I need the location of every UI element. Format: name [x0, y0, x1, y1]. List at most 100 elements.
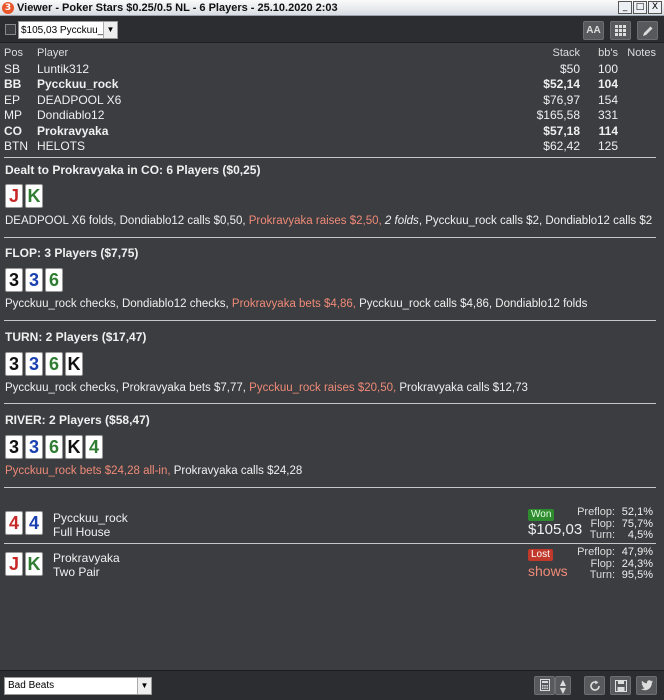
chevron-down-icon: ▼ [103, 22, 117, 38]
title-bar: 3 Viewer - Poker Stars $0.25/0.5 NL - 6 … [0, 0, 664, 16]
player-bbs: 331 [597, 108, 618, 122]
grid-button[interactable] [610, 21, 631, 40]
player-stack: $52,14 [543, 77, 580, 91]
player-pos: BB [4, 77, 22, 91]
playing-card: J [5, 552, 23, 576]
playing-card: 6 [45, 352, 63, 376]
playing-card: 3 [25, 268, 43, 292]
refresh-button[interactable] [584, 676, 605, 695]
calculator-button[interactable] [534, 676, 555, 695]
playing-card: 4 [5, 511, 23, 535]
river-title: RIVER: 2 Players ($58,47) [5, 413, 150, 427]
edit-button[interactable] [637, 21, 658, 40]
header-pos[interactable]: Pos [4, 46, 23, 62]
grid-icon [615, 25, 626, 36]
close-button[interactable]: X [648, 1, 662, 14]
table-row[interactable]: BB Pycckuu_rock $52,14 104 [4, 77, 660, 93]
equity-value: 95,5% [621, 569, 653, 581]
select-checkbox[interactable] [5, 24, 16, 35]
turn-title: TURN: 2 Players ($17,47) [5, 330, 147, 344]
font-size-button[interactable]: AA [583, 21, 604, 40]
divider [4, 403, 656, 404]
highlighted-action: Pycckuu_rock bets $24,28 all-in, [5, 465, 174, 477]
preflop-actions: DEADPOOL X6 folds, Dondiablo12 calls $0,… [5, 215, 652, 227]
sort-button[interactable]: ▲ ▼ [555, 676, 571, 695]
header-stack[interactable]: Stack [552, 46, 580, 62]
flop-title: FLOP: 3 Players ($7,75) [5, 246, 139, 260]
refresh-icon [589, 680, 600, 691]
header-notes[interactable]: Notes [627, 46, 656, 62]
playing-card: 6 [45, 268, 63, 292]
result-player-name: Prokravyaka [53, 551, 120, 565]
action-text: Pycckuu_rock checks, Prokravyaka bets $7… [5, 382, 250, 394]
player-name: Pycckuu_rock [37, 77, 119, 91]
divider [4, 487, 656, 488]
action-text: DEADPOOL X6 folds, Dondiablo12 calls $0,… [5, 215, 249, 227]
save-button[interactable] [610, 676, 631, 695]
turn-cards: 336K [5, 352, 83, 376]
table-row[interactable]: EP DEADPOOL X6 $76,97 154 [4, 93, 660, 109]
playing-card: K [25, 552, 43, 576]
player-stack: $57,18 [543, 123, 580, 138]
playing-card: 4 [25, 511, 43, 535]
river-actions: Pycckuu_rock bets $24,28 all-in, Prokrav… [5, 465, 302, 477]
player-name: Dondiablo12 [37, 108, 105, 122]
playing-card: 3 [5, 435, 23, 459]
playing-card: 3 [5, 352, 23, 376]
player-pos: CO [4, 123, 22, 138]
player-name: DEADPOOL X6 [37, 92, 122, 107]
equity-label: Preflop: [577, 546, 615, 558]
calculator-icon [539, 679, 550, 691]
table-row[interactable]: CO Prokravyaka $57,18 114 [4, 124, 660, 140]
player-bbs: 154 [597, 92, 618, 107]
player-stack: $62,42 [543, 139, 580, 153]
header-player[interactable]: Player [37, 46, 68, 62]
filter-value: Bad Beats [8, 680, 55, 691]
flop-cards: 336 [5, 268, 63, 292]
highlighted-action: Prokravyaka bets $4,86, [231, 298, 360, 310]
equity-label: Turn: [589, 569, 615, 581]
result-hand-rank: Two Pair [53, 565, 100, 579]
sort-icon: ▲ ▼ [559, 678, 567, 695]
player-pos: MP [4, 108, 22, 122]
table-row[interactable]: BTN HELOTS $62,42 125 [4, 139, 660, 155]
playing-card: 3 [25, 352, 43, 376]
player-name: Prokravyaka [37, 123, 109, 138]
pencil-icon [642, 26, 652, 36]
action-text: , Pycckuu_rock calls $2, Dondiablo12 cal… [418, 215, 653, 227]
flop-actions: Pycckuu_rock checks, Dondiablo12 checks,… [5, 298, 587, 310]
equity-list: Preflop: 47,9% Flop: 24,3% Turn: 95,5% [560, 546, 653, 582]
player-name: Luntik312 [37, 61, 90, 76]
table-row[interactable]: MP Dondiablo12 $165,58 331 [4, 108, 660, 124]
highlighted-action: Pycckuu_rock raises $20,50, [249, 382, 400, 394]
header-bbs[interactable]: bb's [598, 46, 618, 62]
playing-card: 4 [85, 435, 103, 459]
equity-list: Preflop: 52,1% Flop: 75,7% Turn: 4,5% [560, 506, 653, 542]
maximize-button[interactable]: □ [633, 1, 647, 14]
player-rows: SB Luntik312 $50 100 BB Pycckuu_rock $52,14 104… [4, 62, 660, 155]
result-cards: 44 [5, 511, 43, 535]
player-pos: SB [4, 61, 21, 76]
hand-select-dropdown[interactable]: $105,03 Pycckuu_r ▼ [18, 21, 118, 39]
table-row[interactable]: SB Luntik312 $50 100 [4, 62, 660, 78]
player-pos: BTN [4, 139, 28, 153]
footer-bar: Bad Beats ▼ ▲ ▼ [0, 670, 664, 700]
divider [4, 157, 656, 158]
equity-value: 47,9% [621, 546, 653, 558]
players-table: Pos Player Stack bb's Notes SB Luntik312 $… [4, 46, 660, 155]
minimize-button[interactable]: _ [618, 1, 632, 14]
player-bbs: 100 [597, 61, 618, 76]
player-bbs: 104 [597, 77, 618, 91]
divider [4, 543, 656, 544]
playing-card: 3 [5, 268, 23, 292]
twitter-icon [640, 680, 653, 691]
action-text: Pycckuu_rock calls $4,86, Dondiablo12 fo… [359, 298, 588, 310]
result-player-name: Pycckuu_rock [53, 511, 128, 525]
twitter-button[interactable] [636, 676, 657, 695]
equity-row: Turn: 4,5% [560, 529, 653, 542]
result-cards: JK [5, 552, 43, 576]
filter-dropdown[interactable]: Bad Beats ▼ [4, 677, 152, 695]
equity-label: Preflop: [577, 506, 615, 518]
playing-card: K [65, 352, 83, 376]
divider [4, 320, 656, 321]
